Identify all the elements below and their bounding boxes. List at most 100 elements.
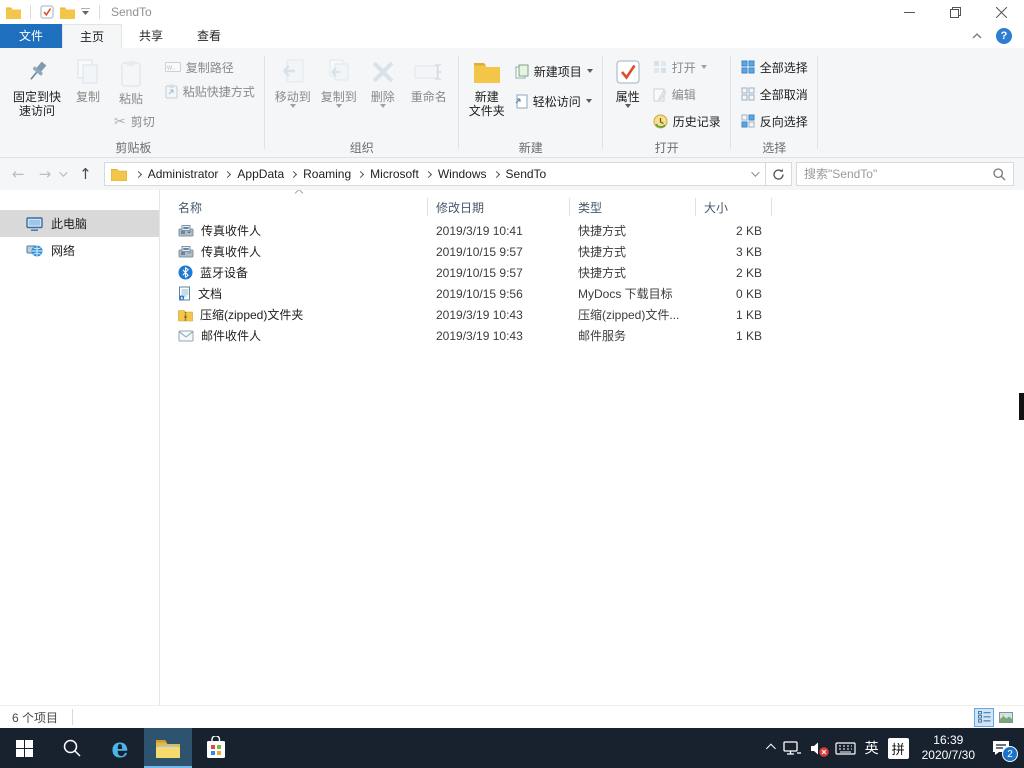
ribbon-tab-row: 文件 主页 共享 查看 ? xyxy=(0,24,1024,48)
clock[interactable]: 16:39 2020/7/30 xyxy=(918,733,979,763)
file-row[interactable]: 文档 2019/10/15 9:56 MyDocs 下载目标 0 KB xyxy=(160,283,1024,304)
column-header-name[interactable]: 名称 xyxy=(160,198,428,216)
fax-icon xyxy=(178,245,194,259)
back-icon[interactable]: ← xyxy=(6,165,31,183)
mail-icon xyxy=(178,330,194,342)
search-input[interactable] xyxy=(804,167,993,181)
paste-button[interactable]: 粘贴 xyxy=(110,54,152,108)
close-button[interactable] xyxy=(978,0,1024,24)
breadcrumb-sep-icon xyxy=(290,170,297,177)
history-icon xyxy=(653,114,668,129)
large-icons-view-button[interactable] xyxy=(996,708,1016,727)
touch-keyboard-icon[interactable] xyxy=(835,741,856,756)
divider xyxy=(72,709,73,725)
button-label: 固定到快 速访问 xyxy=(13,90,61,118)
delete-button[interactable]: 删除 xyxy=(363,52,403,110)
breadcrumb-item[interactable]: Microsoft xyxy=(370,167,419,181)
breadcrumb-item[interactable]: Windows xyxy=(438,167,487,181)
file-row[interactable]: 邮件收件人 2019/3/19 10:43 邮件服务 1 KB xyxy=(160,325,1024,346)
restore-button[interactable] xyxy=(932,0,978,24)
recent-locations-icon[interactable] xyxy=(59,168,67,176)
dropdown-caret-icon xyxy=(586,99,592,103)
file-type: 压缩(zipped)文件... xyxy=(570,306,696,323)
column-header-type[interactable]: 类型 xyxy=(570,198,696,216)
easy-access-icon xyxy=(515,94,528,109)
status-bar: 6 个项目 xyxy=(0,705,1024,728)
invert-selection-button[interactable]: 反向选择 xyxy=(737,110,812,132)
tab-view[interactable]: 查看 xyxy=(180,24,238,48)
breadcrumb-item[interactable]: Roaming xyxy=(303,167,351,181)
minimize-button[interactable] xyxy=(886,0,932,24)
file-size: 2 KB xyxy=(696,266,772,280)
collapse-ribbon-icon[interactable] xyxy=(972,33,982,39)
search-box[interactable] xyxy=(796,162,1014,186)
explorer-window: SendTo 文件 主页 共享 查看 ? xyxy=(0,0,1024,768)
sidebar-item-network[interactable]: 网络 xyxy=(0,237,159,264)
move-to-button[interactable]: 移动到 xyxy=(271,52,315,110)
file-row[interactable]: 压缩(zipped)文件夹 2019/3/19 10:43 压缩(zipped)… xyxy=(160,304,1024,325)
column-headers: 名称 修改日期 类型 大小 xyxy=(160,194,1024,220)
new-folder-button[interactable]: 新建 文件夹 xyxy=(465,52,509,120)
edge-button[interactable]: e xyxy=(96,728,144,768)
svg-text:w..: w.. xyxy=(166,65,176,72)
qat-customize-icon[interactable] xyxy=(81,8,90,16)
store-button[interactable] xyxy=(192,728,240,768)
language-indicator[interactable]: 英 xyxy=(865,738,879,758)
help-icon[interactable]: ? xyxy=(996,28,1012,44)
breadcrumb-item[interactable]: Administrator xyxy=(148,167,219,181)
start-button[interactable] xyxy=(0,728,48,768)
search-icon[interactable] xyxy=(993,168,1006,181)
ribbon-group-open: 属性 打开 编辑 xyxy=(603,48,731,157)
history-button[interactable]: 历史记录 xyxy=(649,110,725,132)
file-row[interactable]: 传真收件人 2019/3/19 10:41 快捷方式 2 KB xyxy=(160,220,1024,241)
bluetooth-icon xyxy=(178,265,193,280)
tab-home[interactable]: 主页 xyxy=(62,24,122,48)
qat-properties-icon[interactable] xyxy=(40,5,54,19)
this-pc-icon xyxy=(26,217,43,231)
ime-indicator[interactable]: 拼 xyxy=(888,738,909,759)
open-button[interactable]: 打开 xyxy=(649,56,725,78)
breadcrumb-item[interactable]: AppData xyxy=(237,167,284,181)
breadcrumb-item[interactable]: SendTo xyxy=(506,167,547,181)
button-label: 打开 xyxy=(672,59,696,76)
copy-path-button[interactable]: w.. 复制路径 xyxy=(161,56,259,78)
ribbon-group-select: 全部选择 全部取消 反向选择 选择 xyxy=(731,48,818,157)
address-box[interactable]: Administrator AppData Roaming Microsoft … xyxy=(104,162,766,186)
details-view-button[interactable] xyxy=(974,708,994,727)
new-item-button[interactable]: 新建项目 xyxy=(511,60,597,82)
edit-button[interactable]: 编辑 xyxy=(649,83,725,105)
ribbon-group-new: 新建 文件夹 新建项目 轻松访问 xyxy=(459,48,603,157)
tab-file[interactable]: 文件 xyxy=(0,24,62,48)
tab-share[interactable]: 共享 xyxy=(122,24,180,48)
invert-selection-icon xyxy=(741,114,755,128)
file-type: MyDocs 下载目标 xyxy=(570,285,696,302)
copy-to-button[interactable]: 复制到 xyxy=(317,52,361,110)
easy-access-button[interactable]: 轻松访问 xyxy=(511,90,597,112)
mouse-cursor xyxy=(1019,393,1024,420)
network-tray-icon[interactable] xyxy=(782,740,801,756)
address-dropdown-icon[interactable] xyxy=(751,168,759,176)
cut-button[interactable]: ✂ 剪切 xyxy=(110,110,159,132)
file-row[interactable]: 传真收件人 2019/10/15 9:57 快捷方式 3 KB xyxy=(160,241,1024,262)
file-explorer-button[interactable] xyxy=(144,728,192,768)
up-icon[interactable]: ↑ xyxy=(73,165,98,183)
select-none-button[interactable]: 全部取消 xyxy=(737,83,812,105)
taskbar-search-button[interactable] xyxy=(48,728,96,768)
refresh-button[interactable] xyxy=(766,162,792,186)
volume-muted-icon[interactable] xyxy=(810,741,826,756)
rename-button[interactable]: 重命名 xyxy=(405,52,453,106)
column-header-size[interactable]: 大小 xyxy=(696,198,772,216)
qat-new-folder-icon[interactable] xyxy=(60,6,75,19)
copy-button[interactable]: 复制 xyxy=(68,52,108,106)
paste-shortcut-button[interactable]: 粘贴快捷方式 xyxy=(161,80,259,102)
pin-to-quick-access-button[interactable]: 固定到快 速访问 xyxy=(8,52,66,120)
select-all-button[interactable]: 全部选择 xyxy=(737,56,812,78)
column-header-date[interactable]: 修改日期 xyxy=(428,198,570,216)
sidebar-item-this-pc[interactable]: 此电脑 xyxy=(0,210,159,237)
file-row[interactable]: 蓝牙设备 2019/10/15 9:57 快捷方式 2 KB xyxy=(160,262,1024,283)
tray-expand-icon[interactable] xyxy=(766,743,776,753)
action-center-button[interactable]: 2 xyxy=(988,736,1014,760)
forward-icon[interactable]: → xyxy=(33,165,58,183)
taskbar: e 英 拼 16:39 2020/7/30 xyxy=(0,728,1024,768)
properties-button[interactable]: 属性 xyxy=(609,52,647,110)
